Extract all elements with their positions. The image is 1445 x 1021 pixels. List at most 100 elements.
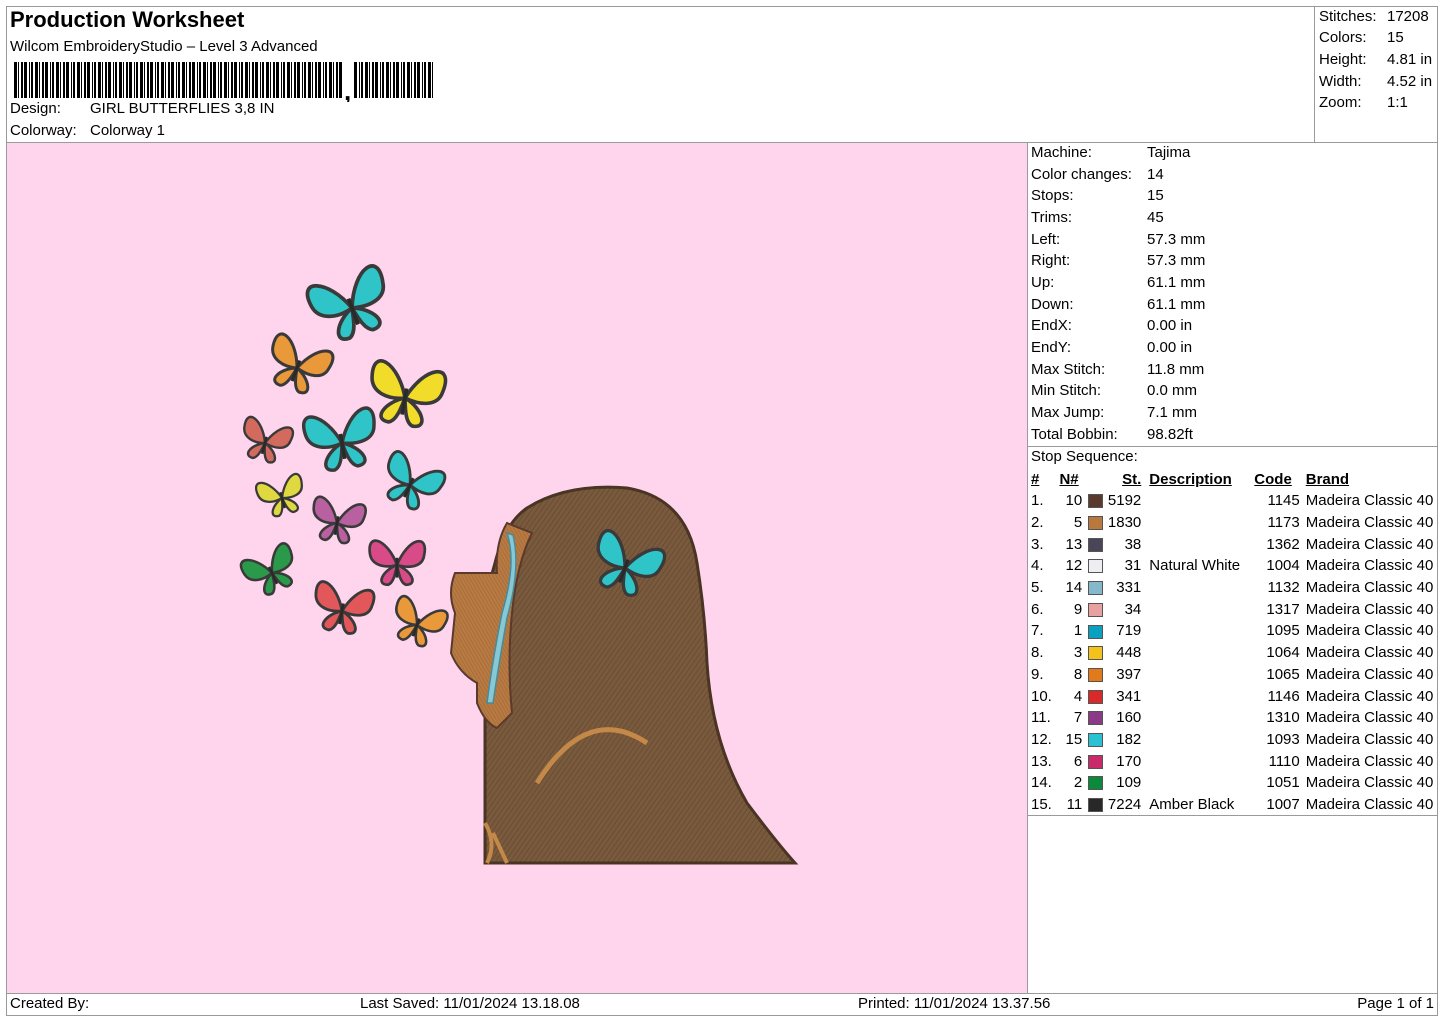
row-index: 11. bbox=[1031, 709, 1051, 727]
row-stitches: 109 bbox=[1116, 774, 1142, 792]
summary-value: 4.81 in bbox=[1387, 51, 1433, 68]
info-row: EndY: 0.00 in bbox=[1031, 339, 1192, 356]
row-swatch bbox=[1088, 620, 1108, 642]
row-index: 12. bbox=[1031, 730, 1052, 748]
row-description: Natural White bbox=[1149, 557, 1241, 575]
info-label: Right: bbox=[1031, 252, 1071, 269]
row-swatch bbox=[1088, 750, 1108, 772]
row-needle: 1 bbox=[1073, 622, 1083, 640]
info-value: 0.00 in bbox=[1147, 339, 1193, 356]
row-swatch bbox=[1088, 642, 1108, 664]
table-row: 8. 3 448 1064 Madeira Classic 40 bbox=[1029, 642, 1445, 664]
row-code: 1362 bbox=[1266, 535, 1300, 553]
row-description bbox=[1149, 729, 1254, 751]
summary-value: 1:1 bbox=[1387, 94, 1408, 111]
summary-label: Height: bbox=[1319, 51, 1367, 68]
summary-label: Width: bbox=[1319, 73, 1362, 90]
info-row: Stops: 15 bbox=[1031, 187, 1164, 204]
row-brand: Madeira Classic 40 bbox=[1305, 795, 1434, 813]
info-value: 61.1 mm bbox=[1147, 274, 1206, 291]
summary-value: 4.52 in bbox=[1387, 73, 1433, 90]
row-needle: 3 bbox=[1073, 644, 1083, 662]
row-brand: Madeira Classic 40 bbox=[1305, 557, 1434, 575]
info-label: Max Stitch: bbox=[1031, 361, 1106, 378]
info-value: Tajima bbox=[1147, 144, 1191, 161]
info-value: 11.8 mm bbox=[1147, 361, 1205, 378]
created-by: Created By: bbox=[10, 995, 90, 1012]
summary-label: Colors: bbox=[1319, 29, 1367, 46]
table-row: 15. 11 7224 Amber Black 1007 Madeira Classic … bbox=[1029, 794, 1445, 816]
info-label: Color changes: bbox=[1031, 166, 1132, 183]
color-swatch bbox=[1088, 667, 1104, 682]
row-needle: 11 bbox=[1066, 795, 1083, 813]
column-header-brand: Brand bbox=[1305, 471, 1350, 488]
table-row: 3. 13 38 1362 Madeira Classic 40 bbox=[1029, 533, 1445, 555]
row-needle: 9 bbox=[1073, 600, 1083, 618]
color-swatch bbox=[1088, 602, 1104, 617]
row-index: 5. bbox=[1031, 579, 1044, 597]
row-swatch bbox=[1088, 664, 1108, 686]
row-code: 1317 bbox=[1266, 600, 1300, 618]
software-name: Wilcom EmbroideryStudio – Level 3 Advanc… bbox=[10, 38, 318, 55]
color-swatch bbox=[1088, 516, 1104, 531]
color-swatch bbox=[1088, 689, 1104, 704]
row-index: 15. bbox=[1031, 795, 1052, 813]
column-header-needle: N# bbox=[1059, 471, 1079, 488]
row-needle: 10 bbox=[1065, 492, 1083, 510]
design-value: GIRL BUTTERFLIES 3,8 IN bbox=[90, 100, 275, 117]
info-row: Total Bobbin: 98.82ft bbox=[1031, 426, 1193, 443]
row-index: 9. bbox=[1031, 665, 1044, 683]
row-index: 2. bbox=[1031, 514, 1044, 532]
summary-value: 17208 bbox=[1387, 8, 1429, 25]
row-swatch bbox=[1088, 555, 1108, 577]
row-swatch bbox=[1088, 707, 1108, 729]
info-row: Max Jump: 7.1 mm bbox=[1031, 404, 1197, 421]
butterfly-icon bbox=[370, 359, 448, 428]
info-label: Up: bbox=[1031, 274, 1055, 291]
row-stitches: 182 bbox=[1116, 730, 1142, 748]
row-index: 6. bbox=[1031, 600, 1044, 618]
butterfly-icon bbox=[312, 495, 367, 545]
color-swatch bbox=[1088, 559, 1104, 574]
info-label: EndX: bbox=[1031, 317, 1072, 334]
row-description bbox=[1149, 664, 1254, 686]
row-brand: Madeira Classic 40 bbox=[1305, 535, 1434, 553]
row-description bbox=[1149, 772, 1254, 794]
column-header-stitches: St. bbox=[1122, 471, 1142, 488]
stop-sequence-title: Stop Sequence: bbox=[1031, 448, 1138, 465]
column-header-index: # bbox=[1031, 471, 1040, 488]
color-swatch bbox=[1088, 711, 1104, 726]
row-index: 10. bbox=[1031, 687, 1052, 705]
row-stitches: 5192 bbox=[1107, 492, 1142, 510]
info-label: Trims: bbox=[1031, 209, 1073, 226]
info-value: 7.1 mm bbox=[1147, 404, 1198, 421]
row-needle: 8 bbox=[1073, 665, 1083, 683]
row-brand: Madeira Classic 40 bbox=[1305, 579, 1434, 597]
color-swatch bbox=[1088, 624, 1104, 639]
preview-divider bbox=[1027, 142, 1028, 993]
row-description bbox=[1149, 642, 1254, 664]
row-code: 1004 bbox=[1266, 557, 1300, 575]
row-swatch bbox=[1088, 729, 1108, 751]
butterfly-icon bbox=[271, 332, 335, 395]
row-stitches: 7224 bbox=[1107, 795, 1142, 813]
summary-row: Stitches: 17208 bbox=[1319, 8, 1429, 25]
row-code: 1310 bbox=[1266, 709, 1300, 727]
row-needle: 12 bbox=[1065, 557, 1083, 575]
table-row: 6. 9 34 1317 Madeira Classic 40 bbox=[1029, 598, 1445, 620]
info-label: Stops: bbox=[1031, 187, 1074, 204]
row-brand: Madeira Classic 40 bbox=[1305, 774, 1434, 792]
row-brand: Madeira Classic 40 bbox=[1305, 687, 1434, 705]
row-code: 1093 bbox=[1266, 730, 1300, 748]
color-swatch bbox=[1088, 646, 1104, 661]
row-code: 1173 bbox=[1267, 514, 1300, 532]
hood-shape bbox=[481, 485, 799, 865]
row-needle: 15 bbox=[1065, 730, 1083, 748]
row-swatch bbox=[1088, 685, 1108, 707]
column-header-code: Code bbox=[1254, 471, 1292, 488]
info-label: Max Jump: bbox=[1031, 404, 1105, 421]
info-value: 14 bbox=[1147, 166, 1164, 183]
row-brand: Madeira Classic 40 bbox=[1305, 709, 1434, 727]
info-value: 45 bbox=[1147, 209, 1164, 226]
row-stitches: 719 bbox=[1116, 622, 1142, 640]
